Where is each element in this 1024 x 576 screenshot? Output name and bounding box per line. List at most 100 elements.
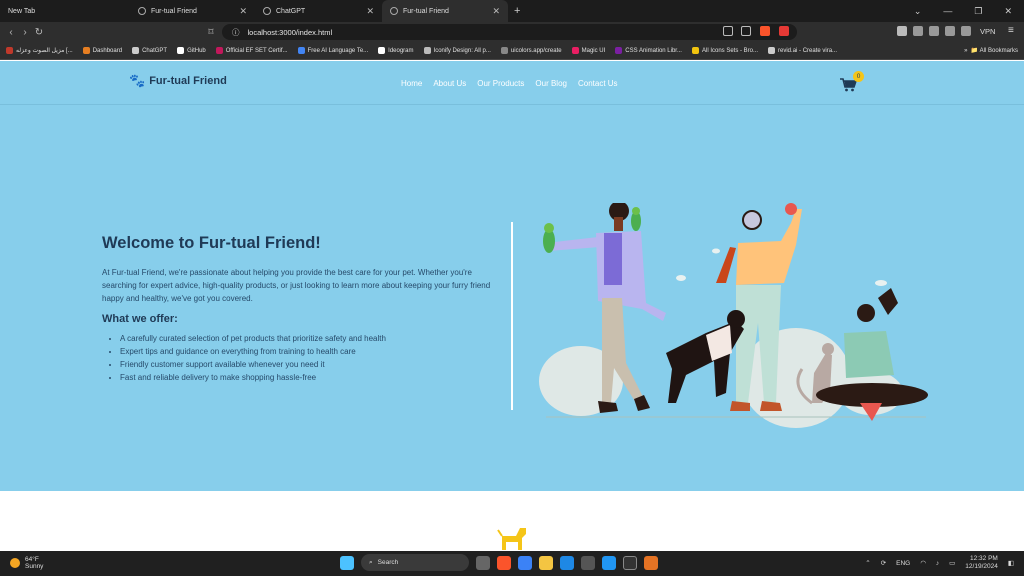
bookmark-item[interactable]: Official EF SET Certif...	[215, 47, 288, 54]
teams-icon[interactable]	[560, 555, 574, 570]
date: 12/19/2024	[965, 563, 998, 570]
language-indicator[interactable]: ENG	[896, 560, 910, 567]
show-hidden-icons-chevron-icon[interactable]: ⌃	[865, 559, 870, 567]
extensions-icon[interactable]	[913, 26, 923, 36]
bookmark-favicon	[423, 47, 431, 54]
time: 12:32 PM	[970, 555, 998, 562]
bookmark-item[interactable]: Magic UI	[571, 47, 605, 54]
bookmark-favicon	[768, 47, 776, 54]
sidebar-icon[interactable]	[929, 26, 939, 36]
brave-rewards-icon[interactable]	[779, 26, 789, 36]
window-close-icon[interactable]: ✕	[1004, 6, 1012, 17]
menu-icon[interactable]: ≡	[1008, 25, 1014, 36]
nav-our-blog[interactable]: Our Blog	[535, 79, 567, 88]
share-icon[interactable]	[741, 26, 751, 36]
new-tab-plus-icon[interactable]: +	[514, 5, 520, 17]
vpn-button[interactable]: VPN	[980, 27, 995, 36]
notifications-icon[interactable]: ◧	[1008, 559, 1014, 567]
battery-icon[interactable]: ▭	[949, 559, 955, 567]
site-icon	[138, 7, 146, 15]
close-icon[interactable]: ✕	[239, 6, 247, 17]
close-icon[interactable]: ✕	[492, 6, 500, 17]
offer-list: A carefully curated selection of pet pro…	[120, 332, 386, 384]
yellow-dog-icon	[497, 528, 526, 550]
hero-divider	[511, 222, 513, 410]
site-icon	[390, 7, 398, 15]
bookmark-item[interactable]: Dashboard	[82, 47, 122, 54]
bookmark-favicon	[215, 47, 223, 54]
bookmark-item[interactable]: CSS Animation Libr...	[615, 47, 682, 54]
github-icon	[177, 47, 185, 54]
weather-widget[interactable]: 64°F Sunny	[10, 556, 43, 570]
url-text: localhost:3000/index.html	[247, 27, 333, 37]
volume-icon[interactable]: ♪	[936, 560, 939, 567]
bookmark-item[interactable]: Free AI Language Te...	[297, 47, 368, 54]
bookmark-favicon	[615, 47, 623, 54]
close-icon[interactable]: ✕	[366, 6, 374, 17]
brand-logo[interactable]: 🐾 Fur-tual Friend	[129, 73, 227, 89]
bookmark-item[interactable]: Iconify Design: All p...	[423, 47, 491, 54]
bookmark-favicon	[82, 47, 90, 54]
terminal-icon[interactable]	[623, 555, 637, 570]
nav-about-us[interactable]: About Us	[433, 79, 466, 88]
vscode-icon[interactable]	[602, 555, 616, 570]
file-explorer-icon[interactable]	[539, 555, 553, 570]
bookmark-favicon	[691, 47, 699, 54]
site-info-icon[interactable]: ⓘ	[232, 27, 240, 38]
nav-contact-us[interactable]: Contact Us	[578, 79, 618, 88]
bookmark-icon[interactable]: ⌑	[204, 27, 218, 38]
xampp-icon[interactable]	[644, 555, 658, 570]
minimize-icon[interactable]: —	[943, 6, 952, 16]
offer-item: Friendly customer support available when…	[120, 358, 386, 371]
bookmark-favicon	[571, 47, 579, 54]
bookmark-favicon	[6, 47, 13, 54]
clock[interactable]: 12:32 PM 12/19/2024	[965, 555, 998, 571]
task-view-icon[interactable]	[476, 555, 490, 570]
wallet-icon[interactable]	[945, 26, 955, 36]
settings-gear-icon[interactable]	[897, 26, 907, 36]
sync-icon[interactable]: ⟳	[881, 559, 886, 567]
sun-icon	[10, 558, 20, 568]
browser-tab-strip: New Tab Fur-tual Friend ✕ ChatGPT ✕ Fur-…	[0, 0, 1024, 22]
bookmark-item[interactable]: uicolors.app/create	[500, 47, 562, 54]
forward-icon[interactable]: ›	[18, 27, 32, 38]
system-tray: ⌃ ⟳ ENG ◠ ♪ ▭ 12:32 PM 12/19/2024 ◧	[865, 555, 1014, 571]
tab-fur-tual-friend-active[interactable]: Fur-tual Friend ✕	[382, 0, 508, 22]
chatgpt-icon	[263, 7, 271, 15]
bookmark-favicon	[132, 47, 140, 54]
windows-start-icon[interactable]	[340, 555, 354, 570]
bookmark-item[interactable]: revid.ai - Create vira...	[768, 47, 837, 54]
bookmark-item[interactable]: Ideogram	[378, 47, 414, 54]
reload-icon[interactable]: ↻	[32, 27, 46, 38]
taskbar-search[interactable]: ⌕ Search	[361, 554, 469, 571]
bookmark-item[interactable]: ChatGPT	[132, 47, 167, 54]
web-page: 🐾 Fur-tual Friend Home About Us Our Prod…	[0, 61, 1024, 551]
brave-shield-icon[interactable]	[760, 26, 770, 36]
brave-browser-icon[interactable]	[497, 555, 511, 570]
bookmark-item[interactable]: All Icons Sets - Bro...	[691, 47, 758, 54]
all-bookmarks-button[interactable]: » 📁 All Bookmarks	[964, 47, 1018, 54]
app-icon[interactable]	[581, 555, 595, 570]
bookmark-item[interactable]: مزيل الصوت وعزله [...	[6, 47, 73, 54]
hero-section: 🐾 Fur-tual Friend Home About Us Our Prod…	[0, 61, 1024, 491]
site-navbar: 🐾 Fur-tual Friend Home About Us Our Prod…	[0, 61, 1024, 105]
bookmark-item[interactable]: GitHub	[177, 47, 206, 54]
tab-chatgpt[interactable]: ChatGPT ✕	[255, 0, 382, 22]
search-placeholder: Search	[377, 559, 399, 566]
back-icon[interactable]: ‹	[4, 27, 18, 38]
restore-icon[interactable]: ❐	[974, 6, 982, 17]
google-icon	[297, 47, 305, 54]
tab-fur-tual-friend-1[interactable]: Fur-tual Friend ✕	[130, 0, 255, 22]
cart-count-badge: 0	[853, 71, 864, 82]
open-in-app-icon[interactable]	[723, 26, 733, 36]
weather-condition: Sunny	[25, 563, 44, 570]
tab-search-chevron-icon[interactable]: ⌄	[914, 6, 922, 17]
tab-new-tab[interactable]: New Tab	[0, 0, 130, 22]
wifi-icon[interactable]: ◠	[920, 559, 926, 567]
url-bar[interactable]: ⓘ localhost:3000/index.html	[222, 24, 797, 40]
nav-our-products[interactable]: Our Products	[477, 79, 524, 88]
store-icon[interactable]	[518, 555, 532, 570]
nav-home[interactable]: Home	[401, 79, 422, 88]
leo-ai-icon[interactable]	[961, 26, 971, 36]
taskbar-apps: ⌕ Search	[340, 554, 658, 571]
